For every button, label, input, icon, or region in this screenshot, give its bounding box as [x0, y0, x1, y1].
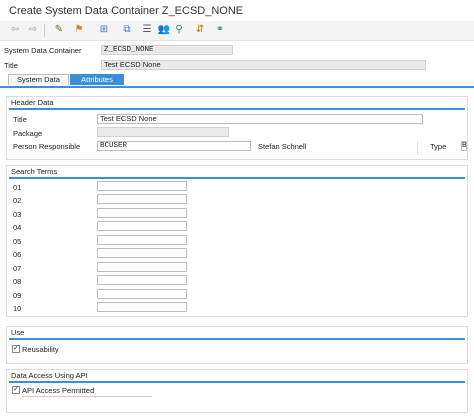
- search-term-label: 01: [13, 183, 22, 192]
- tab-system-data[interactable]: System Data: [8, 74, 69, 85]
- where-used-icon[interactable]: ⊞: [97, 23, 111, 37]
- use-section: Use ✓ Reusability: [6, 326, 468, 364]
- check-icon[interactable]: ☰: [140, 23, 154, 37]
- copy-icon[interactable]: ⧉: [120, 23, 134, 37]
- person-responsible-label: Person Responsible: [13, 142, 81, 151]
- search-term-field[interactable]: [97, 275, 187, 285]
- network-icon[interactable]: ⚭: [213, 23, 227, 37]
- search-term-label: 02: [13, 196, 22, 205]
- api-row-underline: [22, 396, 152, 397]
- hierarchy-icon[interactable]: ⚲: [172, 23, 186, 37]
- header-data-title: Header Data: [11, 98, 54, 107]
- hd-title-field[interactable]: Test ECSD None: [97, 114, 423, 124]
- api-section: Data Access Using API ✓ API Access Permi…: [6, 369, 468, 413]
- search-term-label: 10: [13, 304, 22, 313]
- search-terms-section: Search Terms 01 02 03 04 05 06 07 08 09 …: [6, 165, 468, 317]
- reusability-label: Reusability: [22, 345, 59, 354]
- search-terms-title: Search Terms: [11, 167, 58, 176]
- toolbar-separator: [44, 24, 45, 37]
- search-term-label: 04: [13, 223, 22, 232]
- tabstrip: System Data Attributes: [0, 74, 474, 88]
- window-title: Create System Data Container Z_ECSD_NONE: [9, 5, 244, 17]
- search-term-label: 05: [13, 237, 22, 246]
- container-label: System Data Container: [4, 46, 82, 55]
- column-divider: [417, 141, 418, 155]
- search-term-field[interactable]: [97, 289, 187, 299]
- search-term-label: 06: [13, 250, 22, 259]
- title-label: Title: [4, 61, 18, 70]
- title-field: Test ECSD None: [101, 60, 426, 70]
- reusability-checkbox[interactable]: ✓: [12, 345, 20, 353]
- other-object-icon[interactable]: ✎: [52, 23, 66, 37]
- search-term-field[interactable]: [97, 262, 187, 272]
- forward-icon[interactable]: ⇨: [26, 23, 40, 37]
- title-bar: Create System Data Container Z_ECSD_NONE: [0, 0, 474, 20]
- api-title: Data Access Using API: [11, 371, 88, 380]
- container-field: Z_ECSD_NONE: [101, 45, 233, 55]
- search-term-field[interactable]: [97, 194, 187, 204]
- display-change-icon[interactable]: ⚑: [72, 23, 86, 37]
- type-field[interactable]: B: [461, 141, 467, 151]
- header-data-section: Header Data Title Test ECSD None Package…: [6, 96, 468, 160]
- tab-attributes[interactable]: Attributes: [70, 74, 124, 85]
- search-term-field[interactable]: [97, 221, 187, 231]
- section-divider: [9, 381, 465, 383]
- api-access-label: API Access Permitted: [22, 386, 95, 395]
- person-responsible-field[interactable]: BCUSER: [97, 141, 251, 151]
- section-divider: [9, 108, 465, 110]
- use-title: Use: [11, 328, 25, 337]
- back-icon[interactable]: ⇦: [8, 23, 22, 37]
- api-access-checkbox[interactable]: ✓: [12, 386, 20, 394]
- search-term-field[interactable]: [97, 302, 187, 312]
- search-term-field[interactable]: [97, 181, 187, 191]
- section-divider: [9, 177, 465, 179]
- search-term-field[interactable]: [97, 248, 187, 258]
- package-field: [97, 127, 229, 137]
- hd-title-label: Title: [13, 115, 27, 124]
- package-label: Package: [13, 129, 43, 138]
- search-term-label: 08: [13, 277, 22, 286]
- search-term-label: 07: [13, 264, 22, 273]
- application-toolbar: ⇦ ⇨ ✎ ⚑ ⊞ ⧉ ☰ 👥 ⚲ ⇵ ⚭: [0, 21, 474, 41]
- section-divider: [9, 338, 465, 340]
- search-term-label: 03: [13, 210, 22, 219]
- search-term-field[interactable]: [97, 235, 187, 245]
- person-name: Stefan Schnell: [258, 142, 307, 151]
- search-term-field[interactable]: [97, 208, 187, 218]
- type-label: Type: [430, 142, 447, 151]
- users-icon[interactable]: 👥: [157, 23, 171, 37]
- search-term-label: 09: [13, 291, 22, 300]
- transport-icon[interactable]: ⇵: [193, 23, 207, 37]
